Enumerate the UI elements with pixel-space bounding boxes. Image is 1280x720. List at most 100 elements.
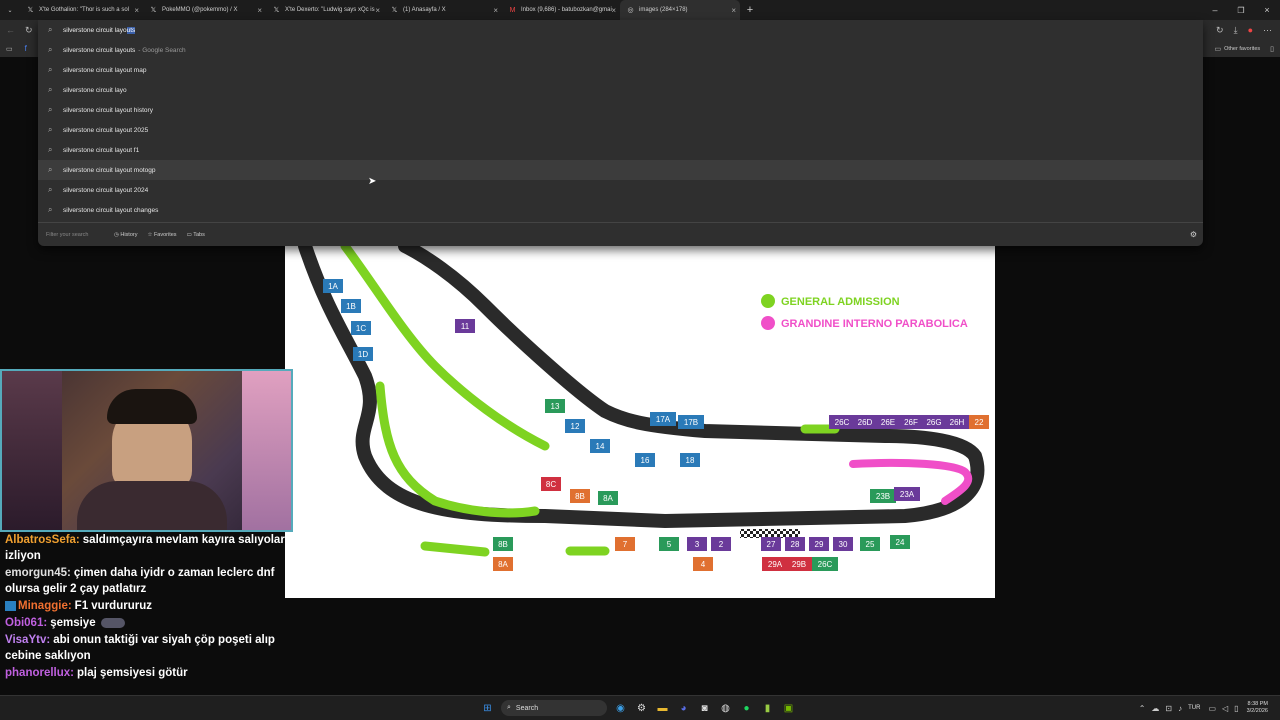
steam-icon[interactable]: ⚙ <box>634 701 649 716</box>
close-icon[interactable]: × <box>731 6 736 15</box>
chat-username: emorgun45: <box>5 567 71 579</box>
start-finish-line <box>740 529 800 538</box>
history-filter[interactable]: ◷ History <box>114 232 137 238</box>
battery-icon[interactable]: ▯ <box>1234 704 1238 713</box>
new-tab-button[interactable]: + <box>740 0 760 20</box>
clock[interactable]: 8:38 PM 3/2/2026 <box>1247 701 1268 715</box>
grandstand-label: 26D <box>858 418 873 427</box>
filter-search-input[interactable]: Filter your search <box>46 232 104 238</box>
legend-parabolica: GRANDINE INTERNO PARABOLICA <box>781 318 968 330</box>
network-icon[interactable]: ⊡ <box>1165 704 1172 713</box>
cloud-icon[interactable]: ☁ <box>1151 704 1159 713</box>
tab[interactable]: 𝕏 X'te Gothalion: "Thor is such a sol × <box>20 0 143 20</box>
suggestion-item[interactable]: ⌕ silverstone circuit layo <box>38 80 1203 100</box>
refresh-icon[interactable]: ↻ <box>25 25 33 36</box>
search-icon: ⌕ <box>48 85 53 94</box>
history-icon: ◷ <box>114 231 119 238</box>
discord-icon[interactable]: ◕ <box>676 701 691 716</box>
back-icon[interactable]: ← <box>6 25 15 35</box>
tab[interactable]: M Inbox (9,686) - batubozkan@gmai × <box>502 0 620 20</box>
mouse-cursor: ➤ <box>368 176 377 187</box>
search-icon: ⌕ <box>48 65 53 74</box>
close-window-button[interactable]: × <box>1254 0 1280 20</box>
mic-icon[interactable]: ♪ <box>1178 704 1182 713</box>
suggestion-item[interactable]: ⌕ silverstone circuit layout 2024 <box>38 180 1203 200</box>
bookmark-apps-icon[interactable]: ▭ <box>6 45 13 53</box>
suggestion-text: silverstone circuit layout 2024 <box>63 186 149 194</box>
facebook-icon[interactable]: f <box>25 44 27 53</box>
grandstand-label: 26H <box>950 418 965 427</box>
tab[interactable]: 𝕏 PokeMMO (@pokemmo) / X × <box>143 0 266 20</box>
close-icon[interactable]: × <box>375 6 380 15</box>
close-icon[interactable]: × <box>134 6 139 15</box>
download-icon[interactable]: ⤓ <box>1234 25 1238 36</box>
circuit-map-svg: 1A 1B 1C 1D 11 13 12 14 17A 17B 16 18 8C 8B 8A 26C 26D 26… <box>298 246 989 571</box>
taskbar-search[interactable]: ⌕ Search <box>501 700 607 716</box>
app-icon[interactable]: ◙ <box>697 701 712 716</box>
chat-username: AlbatrosSefa: <box>5 534 80 546</box>
tab-menu-button[interactable]: ⌄ <box>0 0 20 20</box>
file-explorer-icon[interactable]: ▬ <box>655 701 670 716</box>
grandstand-label: 29 <box>815 540 824 549</box>
grandstand-label: 29B <box>792 560 806 569</box>
suggestion-item[interactable]: ⌕ silverstone circuit layout map <box>38 60 1203 80</box>
chat-text: plaj şemsiyesi götür <box>77 667 188 679</box>
chevron-up-icon[interactable]: ⌃ <box>1139 704 1146 713</box>
grandstand-label: 1A <box>328 282 338 291</box>
suggestion-item[interactable]: ⌕ silverstone circuit layout f1 <box>38 140 1203 160</box>
tab-title: images (284×178) <box>639 7 688 13</box>
grandstand-label: 7 <box>623 540 628 549</box>
stream-chat: AlbatrosSefa: saldımçayıra mevlam kayıra … <box>0 532 290 695</box>
x-logo-icon: 𝕏 <box>150 7 157 14</box>
extensions-icon[interactable]: ↻ <box>1216 25 1224 36</box>
chat-username: Minaggie: <box>18 600 72 612</box>
grandstand-label: 27 <box>767 540 776 549</box>
other-favorites[interactable]: Other favorites <box>1224 46 1260 52</box>
favorites-filter[interactable]: ☆ Favorites <box>147 232 176 238</box>
windows-start-icon[interactable]: ⊞ <box>480 701 495 716</box>
sidebar-icon[interactable]: ▯ <box>1270 45 1274 53</box>
clock-date: 3/2/2026 <box>1246 708 1268 714</box>
address-input[interactable]: ⌕ silverstone circuit layo uts <box>38 20 1203 40</box>
tabs-filter[interactable]: ▭ Tabs <box>187 232 205 238</box>
restore-button[interactable]: ❐ <box>1228 0 1254 20</box>
close-icon[interactable]: × <box>257 6 262 15</box>
address-bar-dropdown: ⌕ silverstone circuit layo uts ⌕ silversto… <box>38 20 1203 246</box>
suggestion-text: silverstone circuit layouts <box>63 46 136 54</box>
search-icon: ⌕ <box>48 145 53 154</box>
grandstand-label: 2 <box>719 540 724 549</box>
search-icon: ⌕ <box>48 105 53 114</box>
nvidia-icon[interactable]: ▣ <box>781 701 796 716</box>
suggestion-item[interactable]: ⌕ silverstone circuit layout motogp <box>38 160 1203 180</box>
tab[interactable]: 𝕏 X'te Dexerto: "Ludwig says xQc is × <box>266 0 384 20</box>
volume-icon[interactable]: ◁ <box>1222 704 1228 713</box>
close-icon[interactable]: × <box>611 6 616 15</box>
suggestion-item[interactable]: ⌕ silverstone circuit layout changes <box>38 200 1203 220</box>
chat-message: AlbatrosSefa: saldımçayıra mevlam kayıra … <box>5 532 290 564</box>
more-menu-icon[interactable]: ⋯ <box>1263 25 1272 36</box>
suggestion-item[interactable]: ⌕ silverstone circuit layout 2025 <box>38 120 1203 140</box>
chat-username: VisaYtv: <box>5 634 51 646</box>
tabs-label: Tabs <box>193 231 205 238</box>
tab[interactable]: 𝕏 (1) Anasayfa / X × <box>384 0 502 20</box>
star-icon: ☆ <box>147 231 153 238</box>
tab-active[interactable]: ◎ images (284×178) × <box>620 0 740 20</box>
close-icon[interactable]: × <box>493 6 498 15</box>
suggestion-item[interactable]: ⌕ silverstone circuit layout history <box>38 100 1203 120</box>
grandstand-label: 17A <box>656 415 671 424</box>
github-icon[interactable]: ◍ <box>718 701 733 716</box>
language-indicator[interactable]: TUR <box>1188 705 1200 711</box>
notepad-icon[interactable]: ▮ <box>760 701 775 716</box>
streamer-hoodie <box>77 481 227 530</box>
settings-gear-icon[interactable]: ⚙ <box>1190 230 1197 239</box>
minimize-button[interactable]: – <box>1202 0 1228 20</box>
grandstand-label: 22 <box>975 418 984 427</box>
profile-icon[interactable]: ● <box>1248 25 1253 35</box>
favorites-label: Favorites <box>153 231 177 238</box>
spotify-icon[interactable]: ● <box>739 701 754 716</box>
x-logo-icon: 𝕏 <box>391 7 398 14</box>
suggestion-item[interactable]: ⌕ silverstone circuit layouts - Google Sea… <box>38 40 1203 60</box>
edge-icon[interactable]: ◉ <box>613 701 628 716</box>
display-icon[interactable]: ▭ <box>1208 704 1216 713</box>
chevron-down-icon: ⌄ <box>7 7 13 14</box>
